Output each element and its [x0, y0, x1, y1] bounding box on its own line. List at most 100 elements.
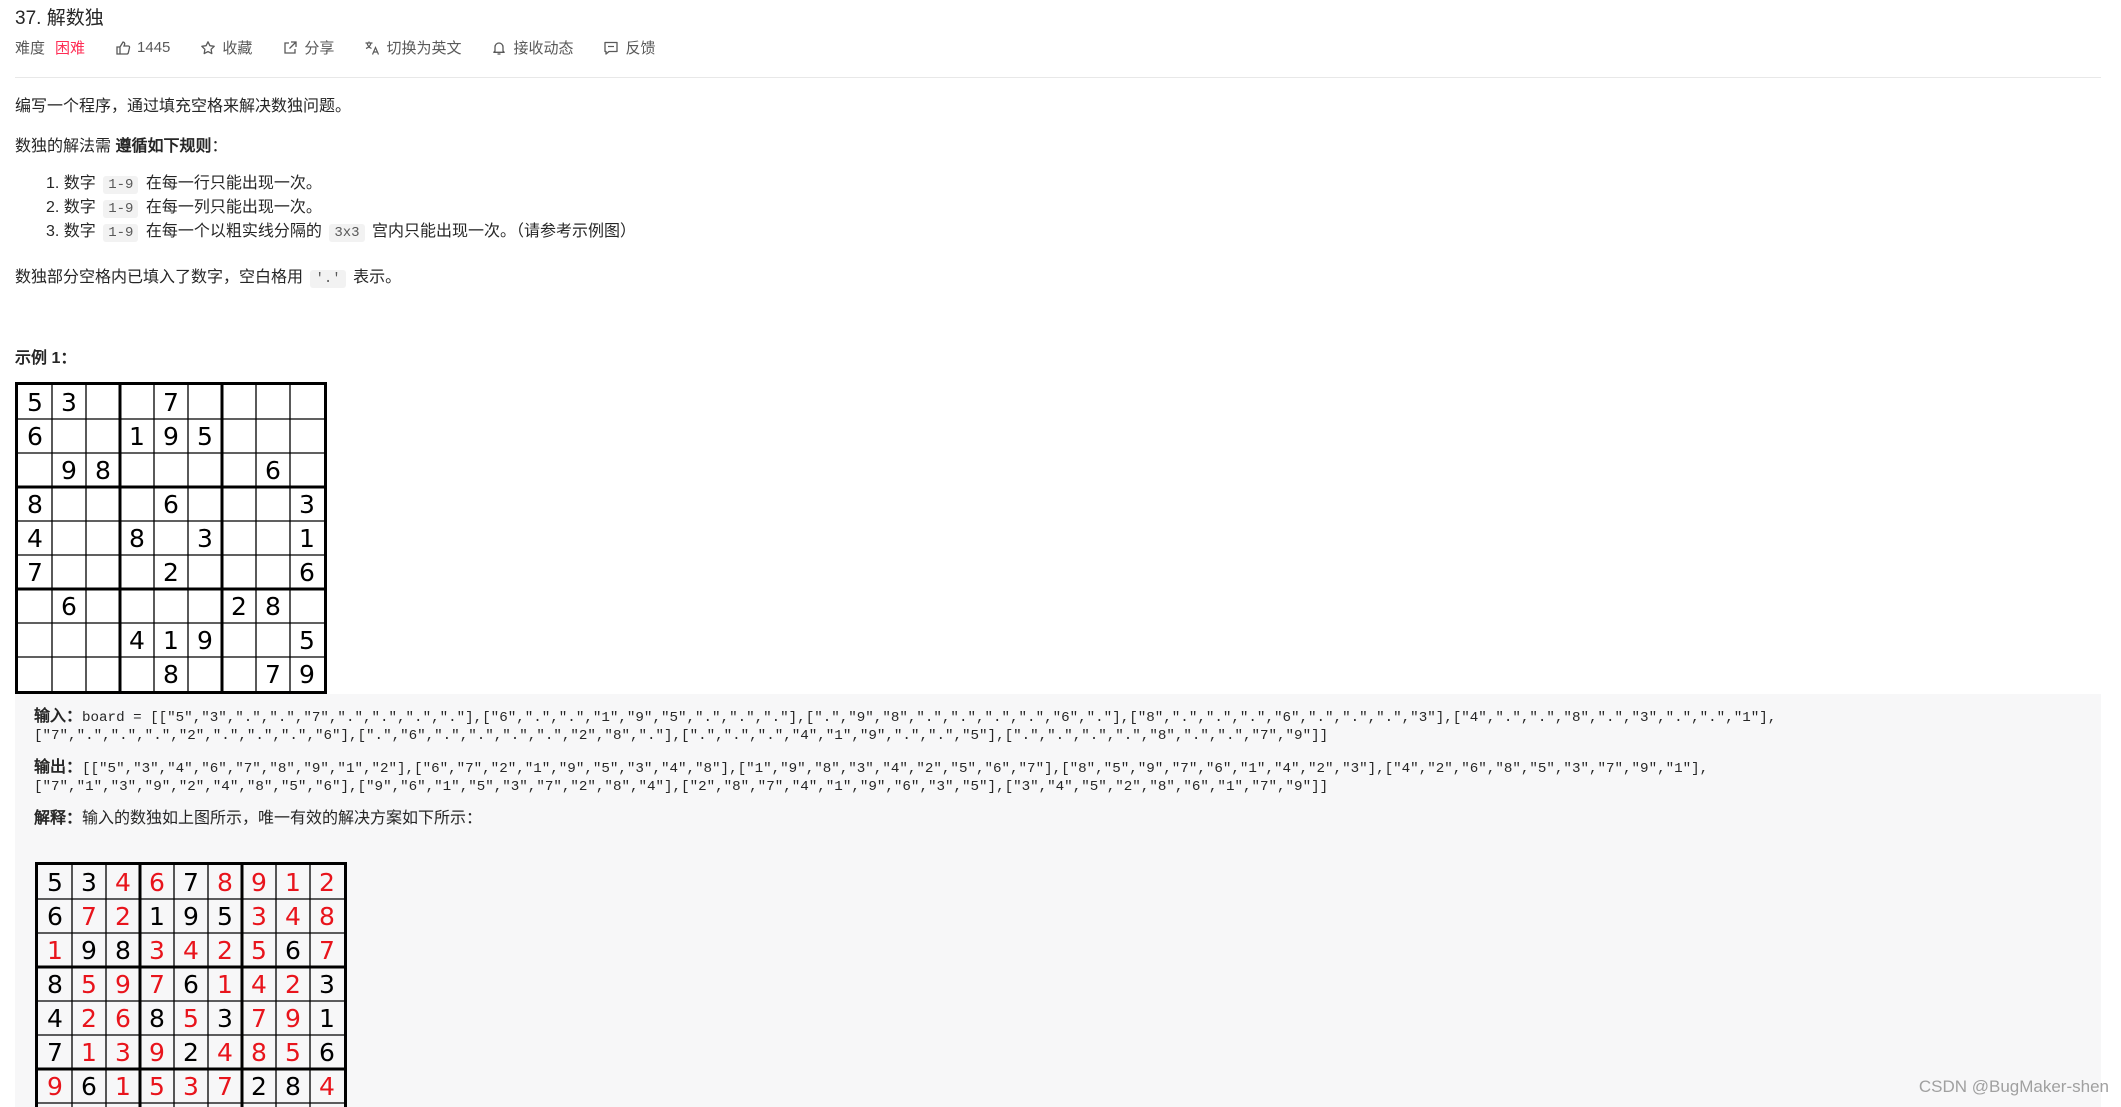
like-button[interactable]: 1445 — [115, 39, 170, 56]
sudoku-cell-value: 8 — [251, 1038, 267, 1067]
sudoku-cell-value: 9 — [197, 626, 213, 655]
sudoku-cell-value: 1 — [217, 970, 233, 999]
sudoku-cell-value: 8 — [285, 1072, 301, 1101]
sudoku-cell-value: 5 — [299, 626, 315, 655]
sudoku-cell-value: 6 — [265, 456, 281, 485]
sudoku-cell-value: 4 — [319, 1072, 335, 1101]
sudoku-cell-value: 9 — [285, 1004, 301, 1033]
rule-text: 宫内只能出现一次。（请参考示例图） — [367, 223, 637, 240]
sudoku-cell-value: 6 — [81, 1072, 97, 1101]
sudoku-cell-value: 4 — [217, 1038, 233, 1067]
sudoku-cell-value: 7 — [149, 970, 165, 999]
sudoku-cell-value: 1 — [129, 422, 145, 451]
rule-text: 数字 — [63, 175, 101, 192]
sudoku-cell-value: 3 — [81, 868, 97, 897]
share-label: 分享 — [304, 40, 335, 57]
sudoku-cell-value: 6 — [47, 902, 63, 931]
sudoku-cell-value: 5 — [251, 936, 267, 965]
sudoku-cell-value: 3 — [183, 1072, 199, 1101]
rules-lead-suffix: ： — [211, 138, 228, 155]
sudoku-cell-value: 6 — [319, 1038, 335, 1067]
input-sudoku-board: 537619598686348317266284195879 — [15, 382, 327, 694]
problem-description: 编写一个程序，通过填充空格来解决数独问题。 数独的解法需 遵循如下规则： — [15, 96, 351, 158]
blank-note: 数独部分空格内已填入了数字，空白格用 '.' 表示。 — [15, 263, 402, 288]
difficulty-badge: 困难 — [55, 40, 86, 57]
star-icon — [201, 40, 216, 54]
solution-sudoku-grid: 5 3 4 6 7 8 9 1 26 7 2 1 9 5 3 4 81 9 8 3 4 2 5 6 78 5 9 7 6 1 4 2 34 2 6 8… — [38, 865, 344, 1107]
sudoku-cell-value: 6 — [183, 970, 199, 999]
sudoku-cell-value: 4 — [251, 970, 267, 999]
sudoku-cell-value: 7 — [319, 936, 335, 965]
sudoku-cell-value: 2 — [231, 592, 247, 621]
feedback-button[interactable]: 反馈 — [603, 37, 655, 58]
rules-lead-prefix: 数独的解法需 — [15, 138, 116, 155]
sudoku-cell-value: 2 — [319, 868, 335, 897]
sudoku-cell-value: 1 — [149, 902, 165, 931]
share-icon — [284, 40, 298, 54]
sudoku-cell-value: 6 — [285, 936, 301, 965]
sudoku-cell-value: 6 — [163, 490, 179, 519]
problem-page: 37. 解数独 难度 困难 1445 收藏 分享 切换为英文 接收动态 反馈 编… — [0, 0, 2121, 1107]
sudoku-cell-value: 2 — [81, 1004, 97, 1033]
sudoku-cell-value: 8 — [27, 490, 43, 519]
rule-code: 1-9 — [103, 200, 139, 218]
sudoku-cell-value: 4 — [129, 626, 145, 655]
output-label: 输出： — [34, 759, 83, 776]
rule-item: 3. 数字 1-9 在每一个以粗实线分隔的 3x3 宫内只能出现一次。（请参考示… — [46, 220, 636, 244]
sudoku-cell-value: 4 — [285, 902, 301, 931]
sudoku-cell-value: 7 — [251, 1004, 267, 1033]
blank-note-text: 数独部分空格内已填入了数字，空白格用 — [15, 269, 308, 286]
rule-number: 3. — [46, 223, 60, 240]
output-value: [["5","3","4","6","7","8","9","1","2"],[… — [82, 761, 1709, 777]
sudoku-cell-value: 6 — [27, 422, 43, 451]
output-line: 输出：[["5","3","4","6","7","8","9","1","2"… — [34, 753, 1708, 777]
blank-note-text: 表示。 — [348, 269, 402, 286]
bell-icon — [493, 41, 506, 55]
rule-code: 1-9 — [103, 224, 139, 242]
sudoku-cell-value: 8 — [149, 1004, 165, 1033]
sudoku-cell-value: 8 — [95, 456, 111, 485]
favorite-button[interactable]: 收藏 — [200, 37, 252, 58]
example-title: 示例 1： — [15, 350, 77, 367]
rule-number: 2. — [46, 199, 60, 216]
sudoku-cell-value: 9 — [115, 970, 131, 999]
sudoku-cell-value: 9 — [299, 660, 315, 689]
rule-code: 3x3 — [329, 224, 365, 242]
sudoku-cell-value: 3 — [319, 970, 335, 999]
thumbs-up-icon — [116, 40, 131, 55]
explanation-line: 解释：输入的数独如上图所示，唯一有效的解决方案如下所示： — [34, 804, 482, 828]
rule-number: 1. — [46, 175, 60, 192]
subscribe-label: 接收动态 — [513, 40, 574, 57]
sudoku-cell-value: 6 — [61, 592, 77, 621]
difficulty-label: 难度 — [15, 40, 46, 57]
subscribe-button[interactable]: 接收动态 — [491, 37, 573, 58]
sudoku-cell-value: 9 — [81, 936, 97, 965]
input-value: board = [["5","3",".",".","7",".",".",".… — [82, 710, 1777, 726]
sudoku-cell-value: 9 — [47, 1072, 63, 1101]
sudoku-cell-value: 1 — [47, 936, 63, 965]
sudoku-cell-value: 7 — [183, 868, 199, 897]
sudoku-cell-value: 5 — [27, 388, 43, 417]
sudoku-cell-value: 8 — [163, 660, 179, 689]
header-divider — [15, 77, 2101, 78]
input-sudoku-grid: 5 3 76 1 9 59 8 68 6 34 8 3 17 2 66 2 84 1 9 58 7 9 — [18, 385, 324, 691]
rule-text: 数字 — [63, 223, 101, 240]
input-label: 输入： — [34, 708, 83, 725]
sudoku-cell-value: 1 — [163, 626, 179, 655]
solution-sudoku-board: 5346789126721953481983425678597614234268… — [35, 862, 347, 1107]
sudoku-cell-value: 6 — [149, 868, 165, 897]
rule-code: 1-9 — [103, 176, 139, 194]
rules-lead: 数独的解法需 遵循如下规则： — [15, 136, 351, 158]
sudoku-cell-value: 1 — [115, 1072, 131, 1101]
sudoku-cell-value: 4 — [183, 936, 199, 965]
switch-language-button[interactable]: 切换为英文 — [364, 37, 461, 58]
rule-text: 在每一个以粗实线分隔的 — [141, 223, 327, 240]
sudoku-cell-value: 7 — [217, 1072, 233, 1101]
share-button[interactable]: 分享 — [282, 37, 334, 58]
rule-text: 在每一行只能出现一次。 — [141, 175, 322, 192]
sudoku-cell-value: 3 — [115, 1038, 131, 1067]
sudoku-cell-value: 5 — [47, 868, 63, 897]
sudoku-cell-value: 5 — [183, 1004, 199, 1033]
sudoku-cell-value: 3 — [197, 524, 213, 553]
sudoku-cell-value: 3 — [251, 902, 267, 931]
